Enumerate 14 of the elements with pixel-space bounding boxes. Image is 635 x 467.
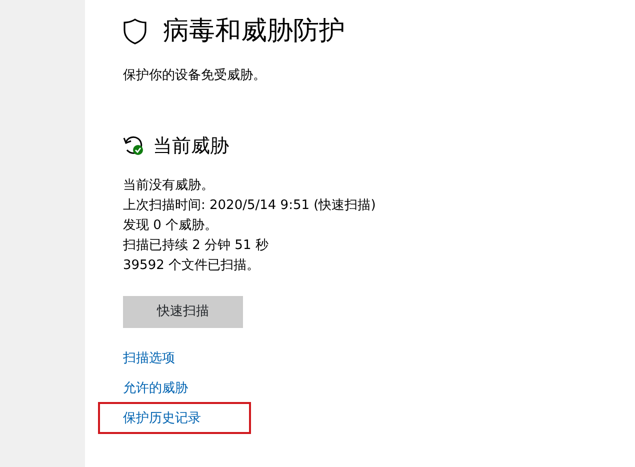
page-title: 病毒和威胁防护 [163, 15, 345, 48]
section-heading: 当前威胁 [153, 134, 229, 158]
refresh-check-icon [123, 136, 145, 156]
status-text: 发现 0 个威胁。 [123, 217, 219, 235]
page-subtitle: 保护你的设备免受威胁。 [123, 67, 267, 85]
status-text: 扫描已持续 2 分钟 51 秒 [123, 237, 270, 255]
shield-icon [123, 18, 147, 44]
settings-link[interactable]: 扫描选项 [123, 349, 175, 369]
settings-link[interactable]: 允许的威胁 [123, 379, 188, 399]
quick-scan-button[interactable]: 快速扫描 [123, 296, 243, 328]
settings-link[interactable]: 保护历史记录 [123, 409, 201, 429]
status-text: 39592 个文件已扫描。 [123, 257, 260, 275]
status-text: 当前没有威胁。 [123, 177, 215, 195]
status-text: 上次扫描时间: 2020/5/14 9:51 (快速扫描) [123, 197, 376, 215]
